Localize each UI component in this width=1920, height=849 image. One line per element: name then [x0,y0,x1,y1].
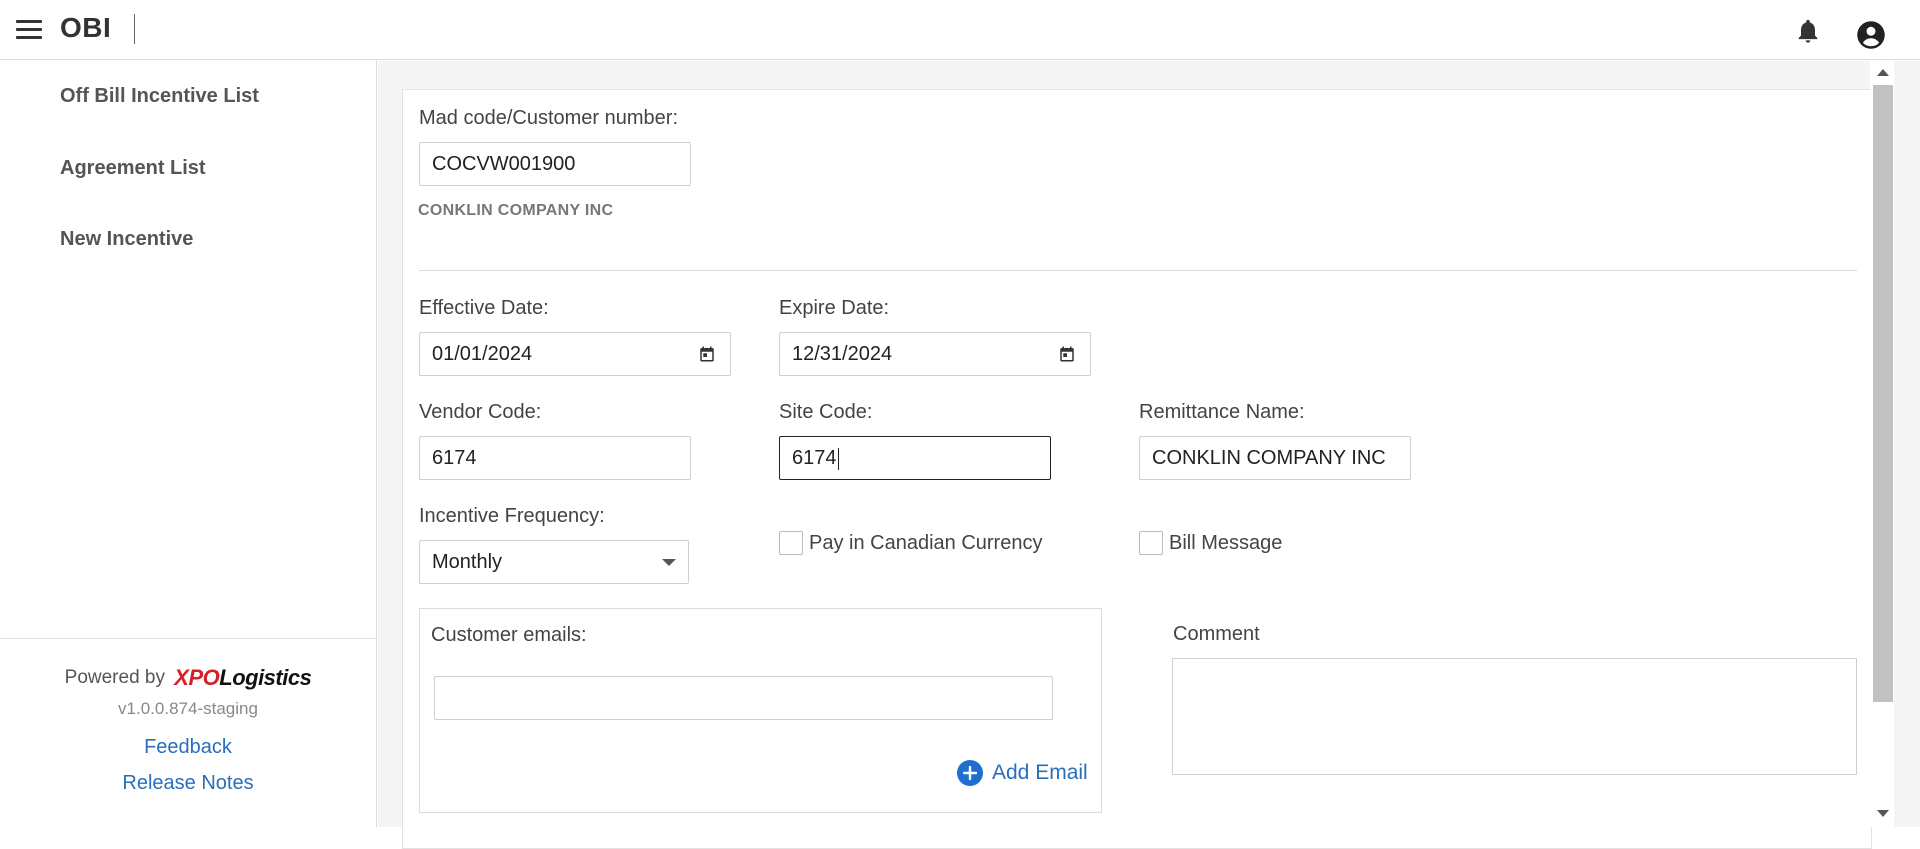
mad-code-label: Mad code/Customer number: [419,107,679,129]
customer-emails-panel: Customer emails: Add Email [419,608,1102,813]
expire-date-label: Expire Date: [779,297,890,319]
account-circle-icon[interactable] [1856,20,1886,50]
top-bar: OBI [0,0,1920,60]
vendor-code-label: Vendor Code: [419,401,542,423]
powered-by: Powered by XPOLogistics [0,665,376,691]
incentive-frequency-value: Monthly [432,551,503,573]
site-code-value: 6174 [792,447,837,469]
mad-code-field[interactable]: COCVW001900 [419,142,691,186]
sidebar-item-off-bill-incentive-list[interactable]: Off Bill Incentive List [60,85,259,108]
incentive-frequency-select[interactable]: Monthly [419,540,689,584]
vendor-code-field[interactable]: 6174 [419,436,691,480]
site-code-field[interactable]: 6174 [779,436,1051,480]
page-scrollbar[interactable] [1870,61,1894,827]
feedback-link[interactable]: Feedback [0,736,376,759]
bell-icon[interactable] [1794,16,1822,46]
main-content: Mad code/Customer number: COCVW001900 CO… [378,61,1920,849]
customer-emails-label: Customer emails: [431,624,587,646]
plus-circle-icon [957,760,983,786]
comment-label: Comment [1173,623,1260,645]
add-email-button[interactable]: Add Email [957,760,1088,786]
comment-textarea[interactable] [1172,658,1857,775]
bill-message-label: Bill Message [1169,531,1283,554]
site-code-label: Site Code: [779,401,873,423]
text-cursor [837,447,839,470]
scrollbar-thumb[interactable] [1873,85,1893,702]
expire-date-value: 12/31/2024 [792,343,893,365]
pay-canadian-checkbox[interactable] [779,531,803,555]
remittance-name-label: Remittance Name: [1139,401,1305,423]
incentive-frequency-label: Incentive Frequency: [419,505,605,527]
calendar-icon[interactable] [1058,345,1076,363]
effective-date-field[interactable]: 01/01/2024 [419,332,731,376]
bill-message-checkbox[interactable] [1139,531,1163,555]
title-divider [134,14,135,44]
bill-message-checkbox-row[interactable]: Bill Message [1139,531,1282,555]
expire-date-field[interactable]: 12/31/2024 [779,332,1091,376]
customer-name: CONKLIN COMPANY INC [418,202,614,219]
xpo-logistics-logo: XPOLogistics [174,665,312,690]
scroll-down-arrow-icon[interactable] [1877,810,1889,817]
powered-by-text: Powered by [64,667,165,688]
customer-email-input[interactable] [434,676,1053,720]
effective-date-value: 01/01/2024 [432,343,533,365]
app-title: OBI [60,12,112,43]
effective-date-label: Effective Date: [419,297,549,319]
sidebar-item-agreement-list[interactable]: Agreement List [60,157,206,180]
sidebar: Off Bill Incentive List Agreement List N… [0,60,377,827]
version-text: v1.0.0.874-staging [118,699,258,718]
remittance-name-field[interactable]: CONKLIN COMPANY INC [1139,436,1411,480]
menu-icon[interactable] [14,18,44,42]
calendar-icon[interactable] [698,345,716,363]
add-email-label: Add Email [992,761,1088,784]
release-notes-link[interactable]: Release Notes [0,772,376,795]
sidebar-item-new-incentive[interactable]: New Incentive [60,228,193,251]
chevron-down-icon [662,559,676,566]
section-divider [419,270,1857,271]
sidebar-footer: Powered by XPOLogistics v1.0.0.874-stagi… [0,638,376,827]
pay-canadian-label: Pay in Canadian Currency [809,531,1043,554]
scroll-up-arrow-icon[interactable] [1877,69,1889,76]
incentive-form-card: Mad code/Customer number: COCVW001900 CO… [402,89,1872,849]
pay-canadian-checkbox-row[interactable]: Pay in Canadian Currency [779,531,1042,555]
